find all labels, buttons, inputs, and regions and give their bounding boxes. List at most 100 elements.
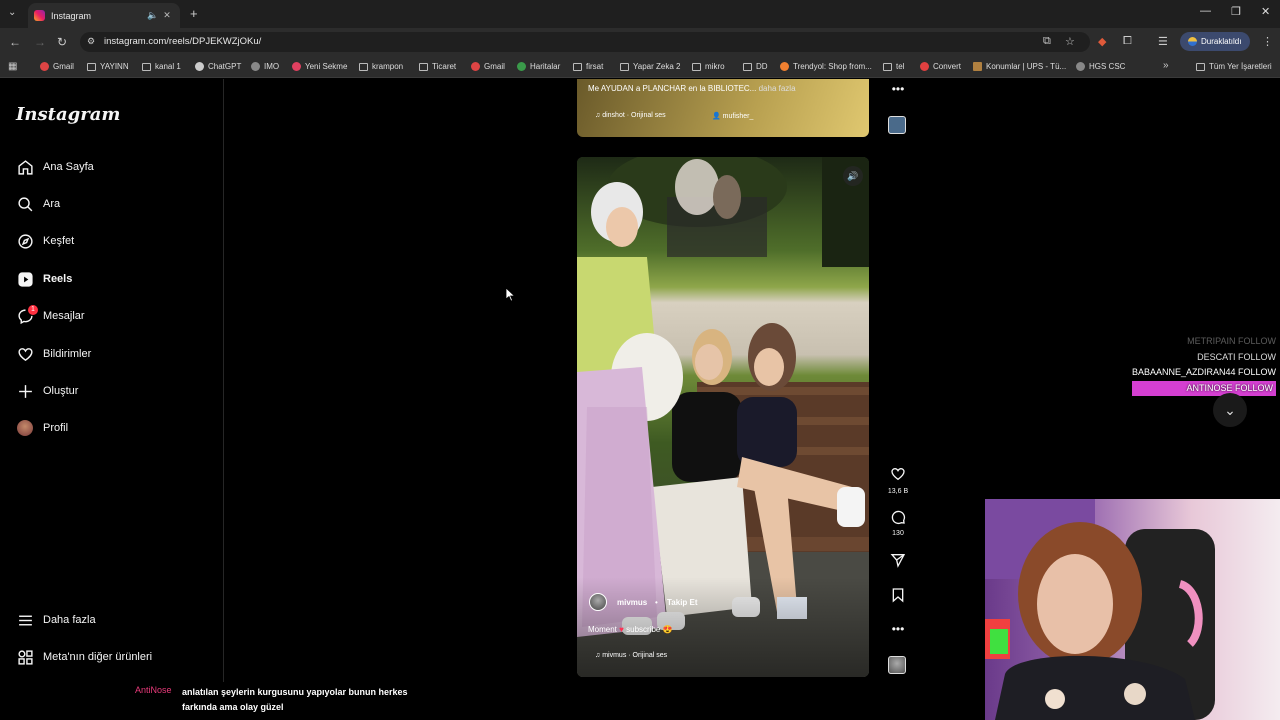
bookmark-item[interactable]: firsat <box>573 62 603 71</box>
bookmark-item[interactable]: Trendyol: Shop from... <box>780 62 872 71</box>
gmail-icon <box>471 62 480 71</box>
bookmark-item[interactable]: HGS CSC <box>1076 62 1125 71</box>
nav-notifications[interactable]: Bildirimler <box>16 342 91 366</box>
paused-label: Duraklatıldı <box>1201 37 1242 46</box>
streamer-webcam <box>985 499 1280 720</box>
install-icon[interactable]: ⧉ <box>1043 35 1051 48</box>
back-icon[interactable]: ← <box>9 35 21 49</box>
forward-icon[interactable]: → <box>34 35 46 49</box>
gmail-icon <box>40 62 49 71</box>
profile-paused-button[interactable]: Duraklatıldı <box>1180 32 1250 51</box>
follow-button[interactable]: Takip Et <box>667 598 698 607</box>
prev-reel-caption: Me AYUDAN a PLANCHAR en la BIBLIOTEC... … <box>588 84 796 93</box>
bookmark-item[interactable]: Konumlar | UPS - Tü... <box>973 62 1066 71</box>
bookmark-item[interactable]: Convert <box>920 62 961 71</box>
close-tab-icon[interactable]: ✕ <box>160 10 174 21</box>
bookmark-item[interactable]: DD <box>743 62 768 71</box>
smile-emoji-icon: 😍 <box>662 625 673 634</box>
tab-list-chevron-icon[interactable]: ⌄ <box>8 7 16 18</box>
url-text[interactable]: instagram.com/reels/DPJEKWZjOKu/ <box>104 36 261 47</box>
nav-create[interactable]: Oluştur <box>16 379 78 403</box>
reload-icon[interactable]: ↻ <box>57 35 67 49</box>
bookmark-item[interactable]: Gmail <box>40 62 74 71</box>
mouse-cursor-icon <box>505 287 516 307</box>
ups-icon <box>973 62 982 71</box>
all-bookmarks[interactable]: Tüm Yer İşaretleri <box>1196 62 1272 71</box>
like-count: 13,6 B <box>887 488 909 495</box>
more-options-icon[interactable]: ••• <box>886 622 910 636</box>
like-icon[interactable] <box>886 466 910 487</box>
share-icon[interactable] <box>886 552 910 573</box>
prev-more-icon[interactable]: ••• <box>886 82 910 96</box>
reels-icon <box>16 270 34 288</box>
previous-reel[interactable]: Me AYUDAN a PLANCHAR en la BIBLIOTEC... … <box>577 79 869 137</box>
reel-audio[interactable]: ♫ mivmus · Orijinal ses <box>595 652 667 659</box>
globe-icon <box>251 62 260 71</box>
speaker-icon[interactable]: 🔈 <box>146 10 160 21</box>
bookmark-item[interactable]: ChatGPT <box>195 62 241 71</box>
apps-grid-icon[interactable]: ▦ <box>8 61 17 72</box>
save-bookmark-icon[interactable] <box>886 587 910 608</box>
more-bookmarks-icon[interactable]: » <box>1163 60 1169 71</box>
folder-icon <box>1196 62 1205 71</box>
audio-thumbnail[interactable] <box>888 656 906 674</box>
compass-icon <box>16 232 34 250</box>
prev-reel-more-link[interactable]: daha fazla <box>759 84 796 93</box>
nav-reels[interactable]: Reels <box>16 267 72 291</box>
extension-red-icon[interactable]: ◆ <box>1098 35 1106 48</box>
bookmark-item[interactable]: kanal 1 <box>142 62 181 71</box>
bookmark-item[interactable]: YAYINN <box>87 62 129 71</box>
prev-reel-tagged[interactable]: 👤 mufisher_ <box>712 112 753 120</box>
nav-search[interactable]: Ara <box>16 192 60 216</box>
nav-home[interactable]: Ana Sayfa <box>16 155 94 179</box>
site-info-icon[interactable]: ⚙ <box>87 36 95 47</box>
bookmark-item[interactable]: Yapar Zeka 2 <box>620 62 680 71</box>
browser-tab[interactable]: Instagram 🔈 ✕ <box>28 3 180 28</box>
home-icon <box>16 158 34 176</box>
minimize-icon[interactable]: — <box>1200 5 1211 17</box>
folder-icon <box>620 62 629 71</box>
comment-count: 130 <box>892 530 904 537</box>
restore-icon[interactable]: ❐ <box>1231 5 1241 18</box>
nav-explore[interactable]: Keşfet <box>16 229 74 253</box>
trendyol-icon <box>780 62 789 71</box>
comment-icon[interactable] <box>886 509 910 530</box>
folder-icon <box>743 62 752 71</box>
meta-products-icon <box>16 648 34 666</box>
tab-search-icon[interactable]: ☰ <box>1158 35 1168 48</box>
nav-profile[interactable]: Profil <box>16 416 68 440</box>
reel-author-avatar[interactable] <box>589 593 607 611</box>
browser-menu-icon[interactable]: ⋮ <box>1262 35 1273 48</box>
nav-label: Profil <box>43 422 69 434</box>
bookmark-item[interactable]: tel <box>883 62 904 71</box>
bookmark-star-icon[interactable]: ☆ <box>1065 35 1075 48</box>
bookmark-item[interactable]: krampon <box>359 62 403 71</box>
follow-alert-highlight: ANTINOSE FOLLOW <box>1131 380 1276 396</box>
nav-label: Daha fazla <box>43 614 96 626</box>
volume-icon[interactable]: 🔊 <box>843 166 863 186</box>
bookmark-item[interactable]: mikro <box>692 62 725 71</box>
nav-label: Bildirimler <box>43 348 92 360</box>
nav-messages[interactable]: 1 Mesajlar <box>16 304 85 328</box>
folder-icon <box>87 62 96 71</box>
close-window-icon[interactable]: ✕ <box>1261 5 1270 18</box>
instagram-logo[interactable]: Instagram <box>16 104 120 125</box>
new-tab-button[interactable]: + <box>190 6 198 21</box>
nav-more[interactable]: Daha fazla <box>16 608 96 632</box>
folder-icon <box>142 62 151 71</box>
dot-separator: • <box>655 598 658 607</box>
reel-video[interactable]: 🔊 mivmus • Takip Et Moment ♥ subscribe 😍… <box>577 157 869 677</box>
bookmark-item[interactable]: Gmail <box>471 62 505 71</box>
extensions-puzzle-icon[interactable]: ⧠ <box>1123 35 1132 48</box>
prev-audio-thumbnail[interactable] <box>888 116 906 134</box>
nav-meta-products[interactable]: Meta'nın diğer ürünleri <box>16 645 152 669</box>
bookmark-item[interactable]: Ticaret <box>419 62 456 71</box>
prev-reel-audio[interactable]: ♫ dinshot · Orijinal ses <box>595 112 666 119</box>
reel-author-username[interactable]: mivmus <box>617 598 647 607</box>
bookmark-item[interactable]: Haritalar <box>517 62 560 71</box>
scroll-down-chevron-icon[interactable]: ⌄ <box>1213 393 1247 427</box>
folder-icon <box>419 62 428 71</box>
bookmark-item[interactable]: Yeni Sekme <box>292 62 347 71</box>
bookmark-item[interactable]: IMO <box>251 62 279 71</box>
convert-icon <box>920 62 929 71</box>
